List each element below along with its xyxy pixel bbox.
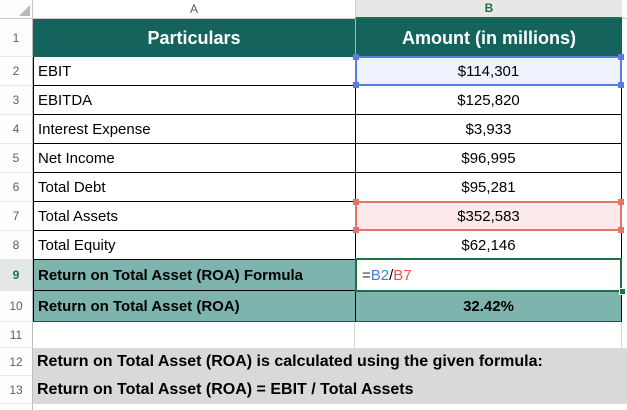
select-all-corner[interactable] bbox=[0, 0, 33, 19]
formula-ref-b2: B2 bbox=[370, 266, 390, 284]
selection-handle[interactable] bbox=[618, 54, 624, 60]
column-header-strip: A B bbox=[0, 0, 627, 19]
selection-handle[interactable] bbox=[618, 199, 624, 205]
cell-b4-value[interactable]: $3,933 bbox=[355, 115, 622, 144]
sheet-row-1: 1 Particulars Amount (in millions) bbox=[0, 19, 627, 57]
cell-a11-empty[interactable] bbox=[33, 322, 355, 348]
selection-handle[interactable] bbox=[353, 54, 359, 60]
sheet-row-9: 9 Return on Total Asset (ROA) Formula = B… bbox=[0, 258, 627, 295]
cell-a6-label[interactable]: Total Debt bbox=[33, 173, 355, 202]
selection-handle[interactable] bbox=[618, 227, 624, 233]
active-cell-editor-b9[interactable]: = B2/B7 bbox=[355, 258, 622, 292]
selection-handle[interactable] bbox=[353, 82, 359, 88]
sheet-row-11: 11 bbox=[0, 322, 627, 348]
cell-a2-label[interactable]: EBIT bbox=[33, 57, 355, 86]
cell-a3-label[interactable]: EBITDA bbox=[33, 86, 355, 115]
fill-handle[interactable] bbox=[619, 288, 626, 295]
row-header-1[interactable]: 1 bbox=[0, 19, 33, 57]
cell-a10-label[interactable]: Return on Total Asset (ROA) bbox=[33, 291, 355, 322]
sheet-row-stub bbox=[0, 404, 627, 410]
sheet-row-5: 5 Net Income $96,995 bbox=[0, 144, 627, 173]
cell-b11-empty[interactable] bbox=[355, 322, 622, 348]
cell-b2-text: $114,301 bbox=[457, 62, 520, 80]
sheet-row-13: 13 Return on Total Asset (ROA) = EBIT / … bbox=[0, 376, 627, 404]
note-row-13[interactable]: Return on Total Asset (ROA) = EBIT / Tot… bbox=[33, 376, 627, 404]
row-header-11[interactable]: 11 bbox=[0, 322, 33, 348]
row-header-3[interactable]: 3 bbox=[0, 86, 33, 115]
column-header-spacer bbox=[622, 0, 627, 19]
cell-b8-value[interactable]: $62,146 bbox=[355, 231, 622, 260]
cell-b9-formula[interactable]: = B2/B7 bbox=[355, 258, 626, 295]
formula-ref-b7: B7 bbox=[393, 266, 412, 284]
select-all-triangle-icon bbox=[19, 5, 30, 16]
selection-handle[interactable] bbox=[618, 82, 624, 88]
cell-a1-particulars-header[interactable]: Particulars bbox=[33, 19, 355, 57]
selection-handle[interactable] bbox=[353, 227, 359, 233]
cell-a5-label[interactable]: Net Income bbox=[33, 144, 355, 173]
row-header-10[interactable]: 10 bbox=[0, 291, 33, 322]
formula-equals: = bbox=[362, 266, 371, 284]
row-header-8[interactable]: 8 bbox=[0, 231, 33, 260]
sheet-row-3: 3 EBITDA $125,820 bbox=[0, 86, 627, 115]
note-row-12[interactable]: Return on Total Asset (ROA) is calculate… bbox=[33, 348, 627, 376]
row-header-4[interactable]: 4 bbox=[0, 115, 33, 144]
row-header-13[interactable]: 13 bbox=[0, 376, 33, 404]
cell-b10-result[interactable]: 32.42% bbox=[355, 291, 622, 322]
sheet-row-2: 2 EBIT $114,301 bbox=[0, 54, 627, 88]
spreadsheet: A B 1 Particulars Amount (in millions) 2… bbox=[0, 0, 627, 410]
cell-b3-value[interactable]: $125,820 bbox=[355, 86, 622, 115]
cell-b6-value[interactable]: $95,281 bbox=[355, 173, 622, 202]
sheet-row-7: 7 Total Assets $352,583 bbox=[0, 199, 627, 233]
cell-a8-label[interactable]: Total Equity bbox=[33, 231, 355, 260]
cell-b7-text: $352,583 bbox=[457, 207, 520, 225]
sheet-row-12: 12 Return on Total Asset (ROA) is calcul… bbox=[0, 348, 627, 376]
cell-b5-value[interactable]: $96,995 bbox=[355, 144, 622, 173]
row-header-stub bbox=[0, 404, 33, 410]
cell-b7-value[interactable]: $352,583 bbox=[353, 199, 624, 233]
row-header-7[interactable]: 7 bbox=[0, 202, 33, 231]
row-header-9[interactable]: 9 bbox=[0, 260, 33, 291]
sheet-row-8: 8 Total Equity $62,146 bbox=[0, 231, 627, 260]
row-header-5[interactable]: 5 bbox=[0, 144, 33, 173]
selection-handle[interactable] bbox=[353, 199, 359, 205]
sheet-row-6: 6 Total Debt $95,281 bbox=[0, 173, 627, 202]
cell-a7-label[interactable]: Total Assets bbox=[33, 202, 355, 231]
row-header-2[interactable]: 2 bbox=[0, 57, 33, 86]
cell-a4-label[interactable]: Interest Expense bbox=[33, 115, 355, 144]
cell-a9-label[interactable]: Return on Total Asset (ROA) Formula bbox=[33, 260, 355, 291]
row-header-6[interactable]: 6 bbox=[0, 173, 33, 202]
sheet-row-10: 10 Return on Total Asset (ROA) 32.42% bbox=[0, 291, 627, 322]
column-header-b[interactable]: B bbox=[355, 0, 622, 19]
row-header-12[interactable]: 12 bbox=[0, 348, 33, 376]
sheet-row-4: 4 Interest Expense $3,933 bbox=[0, 115, 627, 144]
cell-b2-value[interactable]: $114,301 bbox=[353, 54, 624, 88]
column-header-a[interactable]: A bbox=[33, 0, 355, 19]
cell-b1-amount-header[interactable]: Amount (in millions) bbox=[355, 19, 622, 57]
